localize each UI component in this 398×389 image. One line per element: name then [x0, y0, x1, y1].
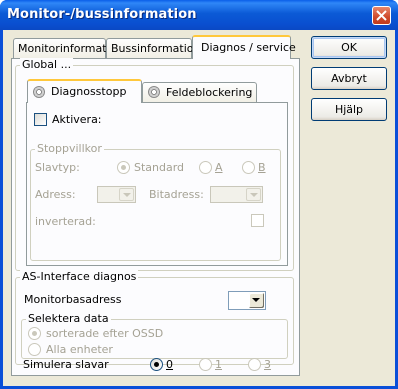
cancel-button-label: Avbryt: [331, 72, 367, 85]
slavtyp-standard-label: Standard: [134, 161, 185, 174]
alla-enheter-radio[interactable]: [28, 343, 41, 356]
slavtyp-a-radio[interactable]: [199, 161, 212, 174]
chevron-down-icon: [252, 298, 260, 302]
cancel-button[interactable]: Avbryt: [311, 67, 387, 90]
dropdown-button: [246, 188, 261, 201]
tab-monitorinformation[interactable]: Monitorinformation: [13, 38, 123, 58]
aktivera-checkbox[interactable]: [34, 113, 47, 126]
subtab-diagnosstopp[interactable]: Diagnosstopp: [27, 79, 142, 103]
slavtyp-b-radio[interactable]: [242, 161, 255, 174]
close-button[interactable]: [372, 6, 391, 25]
global-group: Global ... Diagnosstopp Feldeblockering …: [15, 58, 294, 271]
chevron-down-icon: [250, 193, 258, 197]
subtab-panel: Aktivera: Stoppvillkor Slavtyp: Standard…: [26, 102, 288, 266]
bitadress-label: Bitadress:: [149, 188, 204, 201]
alla-enheter-label: Alla enheter: [46, 343, 113, 356]
slavtyp-a-label: A: [215, 161, 223, 174]
dialog-window: Monitor-/bussinformation Monitorinformat…: [0, 0, 398, 389]
radio-dot: [121, 165, 126, 170]
simulera-1-radio[interactable]: [199, 358, 212, 371]
dropdown-button: [119, 188, 134, 201]
selektera-data-label: Selektera data: [26, 312, 111, 325]
disc-icon: [148, 86, 160, 98]
tab-label: Bussinformation: [111, 42, 201, 55]
selektera-data-group: Selektera data sorterade efter OSSD Alla…: [21, 312, 288, 359]
slavtyp-b-label: B: [258, 161, 266, 174]
aktivera-label: Aktivera:: [52, 113, 102, 126]
simulera-slavar-label: Simulera slavar: [23, 358, 109, 371]
radio-dot: [154, 362, 159, 367]
tab-label: Diagnos / service: [201, 41, 296, 54]
simulera-0-label: 0: [166, 358, 173, 371]
close-icon: [376, 10, 387, 21]
sorterade-label: sorterade efter OSSD: [46, 327, 164, 340]
chevron-down-icon: [123, 193, 131, 197]
subtab-label: Diagnosstopp: [51, 85, 127, 98]
subtab-label: Feldeblockering: [166, 86, 253, 99]
slavtyp-standard-radio[interactable]: [117, 161, 130, 174]
subtab-feldeblockering[interactable]: Feldeblockering: [142, 82, 257, 103]
simulera-3-radio[interactable]: [248, 358, 261, 371]
inverterad-label: inverterad:: [35, 215, 96, 228]
asi-diagnos-group: AS-Interface diagnos Monitorbasadress Se…: [15, 270, 294, 365]
simulera-0-radio[interactable]: [150, 358, 163, 371]
global-group-label: Global ...: [20, 58, 74, 71]
help-button-label: Hjälp: [334, 103, 364, 116]
tab-bussinformation[interactable]: Bussinformation: [106, 38, 200, 58]
simulera-3-label: 3: [264, 358, 271, 371]
tab-diagnos-service[interactable]: Diagnos / service: [192, 35, 296, 59]
monitorbasadress-select[interactable]: [228, 291, 266, 310]
title-bar[interactable]: Monitor-/bussinformation: [0, 0, 398, 30]
monitorbasadress-label: Monitorbasadress: [24, 293, 122, 306]
bitadress-select[interactable]: [210, 186, 263, 203]
simulera-1-label: 1: [215, 358, 222, 371]
dropdown-button: [249, 293, 264, 308]
adress-select[interactable]: [97, 186, 136, 203]
dialog-body: Monitorinformation Bussinformation Diagn…: [3, 30, 395, 386]
help-button[interactable]: Hjälp: [311, 98, 387, 121]
ok-button-label: OK: [341, 41, 357, 54]
disc-icon: [33, 86, 45, 98]
asi-diagnos-label: AS-Interface diagnos: [20, 270, 139, 283]
ok-button[interactable]: OK: [311, 36, 387, 59]
sorterade-radio[interactable]: [28, 327, 41, 340]
radio-dot: [32, 331, 37, 336]
adress-label: Adress:: [35, 188, 76, 201]
inverterad-checkbox[interactable]: [251, 214, 264, 227]
tab-panel-diagnos: Global ... Diagnosstopp Feldeblockering …: [11, 58, 300, 376]
stoppvillkor-group: Stoppvillkor Slavtyp: Standard A B Adres…: [30, 142, 281, 261]
window-title: Monitor-/bussinformation: [7, 7, 197, 22]
stoppvillkor-label: Stoppvillkor: [35, 142, 104, 155]
slavtyp-label: Slavtyp:: [35, 161, 80, 174]
